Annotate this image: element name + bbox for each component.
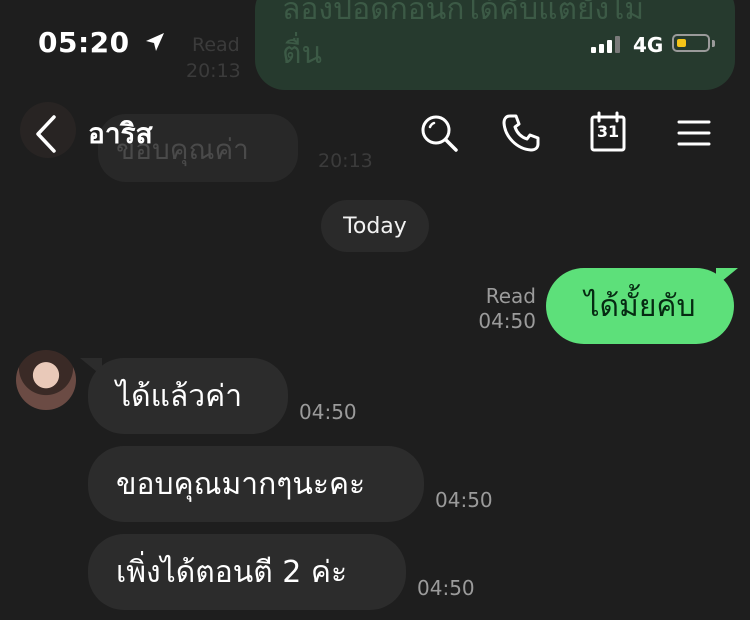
calendar-button[interactable]: 31 xyxy=(585,108,631,156)
background-outgoing-text: ลองปอดก่อนก็ได้คับแต่ยังไม่ ตื่น xyxy=(282,0,645,71)
battery-icon xyxy=(672,34,710,52)
incoming-message-bubble[interactable]: ขอบคุณมากๆนะคะ xyxy=(88,446,424,522)
message-text: ขอบคุณมากๆนะคะ xyxy=(116,466,366,502)
background-read-label: Read xyxy=(192,34,240,56)
phone-icon xyxy=(502,114,540,152)
date-separator: Today xyxy=(321,200,429,252)
outgoing-meta: Read 04:50 xyxy=(472,284,536,334)
read-receipt: Read xyxy=(485,284,536,308)
call-button[interactable] xyxy=(498,110,544,156)
back-button[interactable] xyxy=(26,112,66,156)
message-time: 04:50 xyxy=(417,576,475,600)
menu-button[interactable] xyxy=(674,112,714,154)
location-arrow-icon xyxy=(145,33,164,51)
incoming-message-bubble[interactable]: เพิ่งได้ตอนตี 2 ค่ะ xyxy=(88,534,406,610)
message-text: ได้แล้วค่า xyxy=(116,378,243,414)
incoming-message-bubble[interactable]: ได้แล้วค่า xyxy=(88,358,288,434)
search-button[interactable] xyxy=(416,110,462,156)
message-time: 04:50 xyxy=(478,309,536,333)
back-icon xyxy=(36,115,56,153)
outgoing-message-bubble[interactable]: ได้มั้ยคับ xyxy=(546,268,734,344)
background-incoming-time: 20:13 xyxy=(318,150,373,172)
battery-nub xyxy=(712,40,715,47)
network-type: 4G xyxy=(633,33,664,57)
cellular-signal-icon xyxy=(591,36,620,53)
message-text: เพิ่งได้ตอนตี 2 ค่ะ xyxy=(116,554,348,590)
background-read-time: 20:13 xyxy=(186,60,241,82)
message-time: 04:50 xyxy=(435,488,493,512)
status-time: 05:20 xyxy=(38,26,166,59)
menu-icon xyxy=(677,120,711,146)
message-time: 04:50 xyxy=(299,400,357,424)
search-icon xyxy=(421,115,458,152)
contact-avatar[interactable] xyxy=(16,350,76,410)
contact-name[interactable]: อาริส xyxy=(88,112,153,156)
calendar-day: 31 xyxy=(596,122,620,141)
